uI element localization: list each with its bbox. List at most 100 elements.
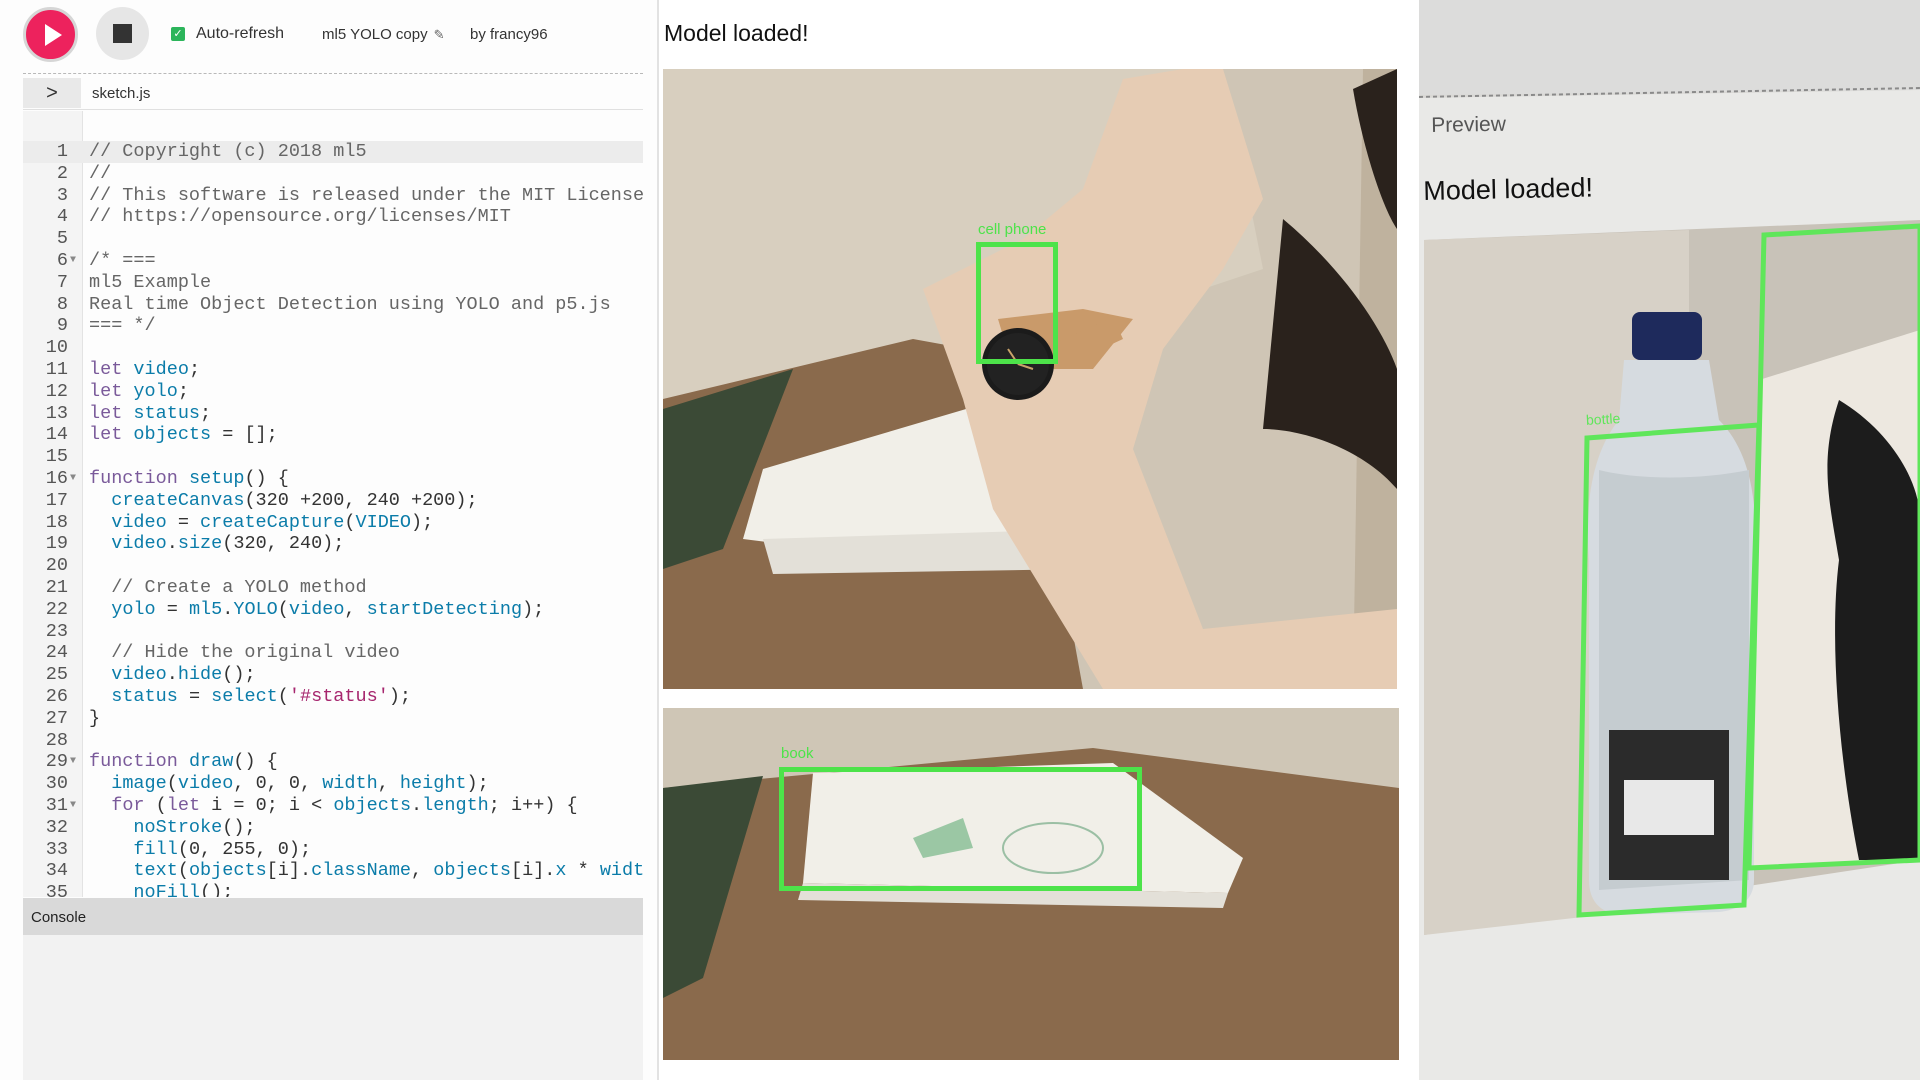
line-number: 34: [45, 860, 68, 882]
line-number: 31: [45, 794, 68, 816]
screen-photo-image: [1419, 0, 1920, 1080]
code-line[interactable]: 22 yolo = ml5.YOLO(video, startDetecting…: [23, 599, 643, 621]
code-line[interactable]: 3 // This software is released under the …: [23, 185, 643, 207]
detection-label-cell-phone: cell phone: [978, 221, 1047, 238]
toolbar-divider: [23, 73, 643, 74]
stop-button[interactable]: [96, 7, 149, 60]
code-text: function draw() {: [89, 751, 278, 773]
author-label[interactable]: by francy96: [470, 26, 548, 43]
code-line[interactable]: 2 //: [23, 163, 643, 185]
line-number: 20: [45, 555, 68, 577]
fold-arrow-icon[interactable]: ▼: [70, 751, 76, 773]
play-icon: [44, 23, 62, 46]
code-text: createCanvas(320 +200, 240 +200);: [111, 489, 478, 511]
line-number: 15: [45, 446, 68, 468]
line-number: 28: [45, 729, 68, 751]
code-text: function setup() {: [89, 467, 289, 489]
code-line[interactable]: 15: [23, 446, 643, 468]
code-line[interactable]: 9 === */: [23, 315, 643, 337]
code-text: //: [89, 162, 112, 184]
code-text: noFill();: [133, 882, 234, 897]
code-line[interactable]: 14 let objects = [];: [23, 424, 643, 446]
code-line[interactable]: 21 // Create a YOLO method: [23, 577, 643, 599]
file-name[interactable]: sketch.js: [92, 85, 150, 102]
code-text: let video;: [89, 358, 201, 380]
code-line[interactable]: 12 let yolo;: [23, 381, 643, 403]
expand-sidebar-button[interactable]: >: [23, 78, 81, 108]
line-number: 27: [45, 707, 68, 729]
file-tab-bar: > sketch.js: [23, 78, 643, 110]
console-header[interactable]: Console: [23, 898, 643, 935]
line-number: 4: [56, 206, 68, 228]
canvas-preview-pane: Model loaded! cell phone book: [661, 0, 1419, 1080]
line-number: 2: [56, 162, 68, 184]
code-line[interactable]: 17 createCanvas(320 +200, 240 +200);: [23, 490, 643, 512]
code-lines: 1 // Copyright (c) 2018 ml5 2 // 3 // This so…: [23, 141, 643, 897]
code-line[interactable]: 29 ▼ function draw() {: [23, 751, 643, 773]
code-text: image(video, 0, 0, width, height);: [111, 773, 489, 795]
code-line[interactable]: 5: [23, 228, 643, 250]
stop-icon: [113, 24, 132, 43]
fold-arrow-icon[interactable]: ▼: [70, 250, 76, 272]
code-line[interactable]: 33 fill(0, 255, 0);: [23, 839, 643, 861]
line-number: 3: [56, 184, 68, 206]
code-line[interactable]: 27}: [23, 708, 643, 730]
code-text: // https://opensource.org/licenses/MIT: [89, 206, 511, 228]
code-line[interactable]: 32 noStroke();: [23, 817, 643, 839]
line-number: 6: [56, 249, 68, 271]
line-number: 9: [56, 315, 68, 337]
code-line[interactable]: 4 // https://opensource.org/licenses/MIT: [23, 206, 643, 228]
code-line[interactable]: 35 noFill();: [23, 882, 643, 897]
line-number: 22: [45, 598, 68, 620]
console-output[interactable]: [23, 935, 643, 1080]
code-text: let yolo;: [89, 380, 189, 402]
code-line[interactable]: 25 video.hide();: [23, 664, 643, 686]
detection-box-cell-phone: [976, 242, 1058, 364]
code-line[interactable]: 24 // Hide the original video: [23, 642, 643, 664]
code-line[interactable]: 8 Real time Object Detection using YOLO a…: [23, 294, 643, 316]
checkbox-checked-icon[interactable]: ✓: [171, 27, 185, 41]
line-number: 16: [45, 467, 68, 489]
line-number: 18: [45, 511, 68, 533]
code-line[interactable]: 23: [23, 621, 643, 643]
auto-refresh-label: Auto-refresh: [196, 25, 285, 42]
line-number: 12: [45, 380, 68, 402]
code-line[interactable]: 28: [23, 730, 643, 752]
line-number: 13: [45, 402, 68, 424]
code-text: yolo = ml5.YOLO(video, startDetecting);: [111, 598, 545, 620]
code-text: let status;: [89, 402, 212, 424]
code-text: text(objects[i].className, objects[i].x …: [133, 860, 643, 882]
console-label: Console: [31, 909, 87, 926]
code-line[interactable]: 6 ▼ /* ===: [23, 250, 643, 272]
code-line[interactable]: 19 video.size(320, 240);: [23, 533, 643, 555]
fold-arrow-icon[interactable]: ▼: [70, 795, 76, 817]
auto-refresh-toggle[interactable]: ✓ Auto-refresh: [171, 25, 284, 43]
code-text: // Hide the original video: [89, 642, 400, 664]
code-line[interactable]: 30 image(video, 0, 0, width, height);: [23, 773, 643, 795]
code-text: Real time Object Detection using YOLO an…: [89, 293, 611, 315]
code-line[interactable]: 26 status = select('#status');: [23, 686, 643, 708]
code-line[interactable]: 10: [23, 337, 643, 359]
chevron-right-icon: >: [46, 81, 58, 104]
fold-arrow-icon[interactable]: ▼: [70, 468, 76, 490]
code-line[interactable]: 20: [23, 555, 643, 577]
code-line[interactable]: 18 video = createCapture(VIDEO);: [23, 512, 643, 534]
pencil-icon[interactable]: ✎: [434, 27, 445, 43]
code-line[interactable]: 31 ▼ for (let i = 0; i < objects.length; …: [23, 795, 643, 817]
code-line[interactable]: 16 ▼ function setup() {: [23, 468, 643, 490]
code-text: video.size(320, 240);: [111, 533, 345, 555]
editor-pane: ✓ Auto-refresh ml5 YOLO copy ✎ by francy…: [0, 0, 659, 1080]
code-line[interactable]: 11 let video;: [23, 359, 643, 381]
code-text: let objects = [];: [89, 424, 278, 446]
watch-scene-image: [663, 69, 1397, 689]
code-line[interactable]: 1 // Copyright (c) 2018 ml5: [23, 141, 643, 163]
code-editor[interactable]: 1 // Copyright (c) 2018 ml5 2 // 3 // This so…: [23, 111, 643, 897]
code-line[interactable]: 7 ml5 Example: [23, 272, 643, 294]
code-line[interactable]: 34 text(objects[i].className, objects[i]…: [23, 860, 643, 882]
line-number: 19: [45, 533, 68, 555]
play-button[interactable]: [23, 7, 78, 62]
code-line[interactable]: 13 let status;: [23, 403, 643, 425]
sketch-name[interactable]: ml5 YOLO copy ✎: [322, 26, 445, 43]
line-number: 17: [45, 489, 68, 511]
code-text: video = createCapture(VIDEO);: [111, 511, 434, 533]
